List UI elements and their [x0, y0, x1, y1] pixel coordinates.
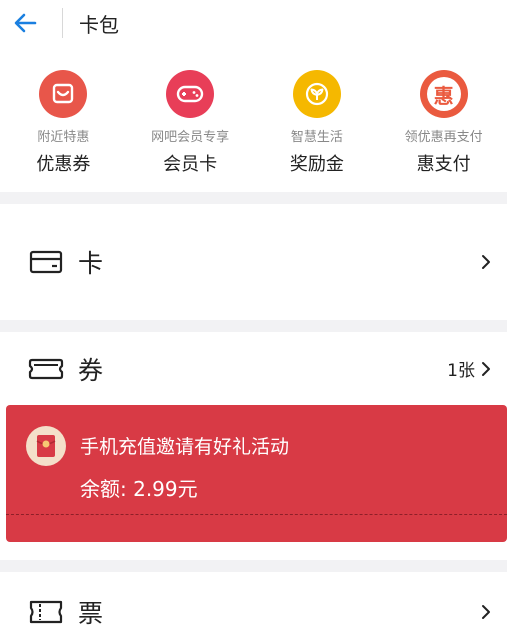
quick-link-subtitle: 领优惠再支付	[404, 130, 483, 145]
coupon-section-label: 券	[78, 355, 104, 385]
coupon-divider	[6, 514, 507, 515]
back-arrow-icon	[14, 13, 37, 33]
quick-links: 附近特惠 优惠券 网吧会员专享 会员卡 智慧生活 奖励金 惠 领优惠再支付 惠支…	[0, 46, 507, 192]
coupon-balance: 余额: 2.99元	[80, 477, 198, 501]
header-divider	[62, 8, 63, 38]
chevron-right-icon	[481, 361, 491, 377]
page-title: 卡包	[79, 12, 119, 37]
coupon-count: 1张	[447, 361, 475, 381]
ticket-icon	[26, 354, 66, 384]
quick-link-subtitle: 附近特惠	[37, 130, 90, 145]
chevron-right-icon	[481, 604, 491, 620]
gamepad-icon	[166, 70, 215, 118]
quick-link-label: 惠支付	[416, 154, 471, 175]
hui-icon: 惠	[419, 70, 468, 118]
chevron-right-icon	[481, 254, 491, 270]
coupon-card[interactable]: 手机充值邀请有好礼活动 余额: 2.99元	[6, 405, 507, 542]
app-header: 卡包	[0, 0, 507, 46]
quick-link-reward[interactable]: 智慧生活 奖励金	[254, 46, 381, 192]
ticket-section-right	[475, 604, 491, 620]
smile-bag-icon	[39, 70, 88, 118]
quick-link-member-card[interactable]: 网吧会员专享 会员卡	[127, 46, 254, 192]
coupon-section-right: 1张	[447, 356, 491, 381]
hui-glyph: 惠	[426, 77, 461, 111]
card-section-row[interactable]: 卡	[0, 204, 507, 320]
card-section-right	[475, 254, 491, 270]
red-envelope-icon	[26, 426, 66, 466]
quick-link-subtitle: 智慧生活	[290, 130, 343, 145]
quick-link-label: 会员卡	[163, 154, 218, 175]
quick-link-label: 优惠券	[36, 154, 91, 175]
card-section-label: 卡	[78, 249, 104, 278]
coupon-section-header[interactable]: 券 1张	[0, 332, 507, 405]
card-icon	[26, 247, 66, 277]
back-button[interactable]	[0, 0, 50, 46]
coupon-title: 手机充值邀请有好礼活动	[80, 436, 290, 458]
quick-link-label: 奖励金	[289, 154, 344, 175]
sprout-icon	[292, 70, 341, 118]
quick-link-coupon[interactable]: 附近特惠 优惠券	[0, 46, 127, 192]
ticket-stub-icon	[26, 597, 66, 627]
quick-link-subtitle: 网吧会员专享	[151, 130, 230, 145]
quick-link-hui-pay[interactable]: 惠 领优惠再支付 惠支付	[380, 46, 507, 192]
ticket-section-label: 票	[78, 599, 104, 628]
ticket-section-row[interactable]: 票	[0, 572, 507, 639]
